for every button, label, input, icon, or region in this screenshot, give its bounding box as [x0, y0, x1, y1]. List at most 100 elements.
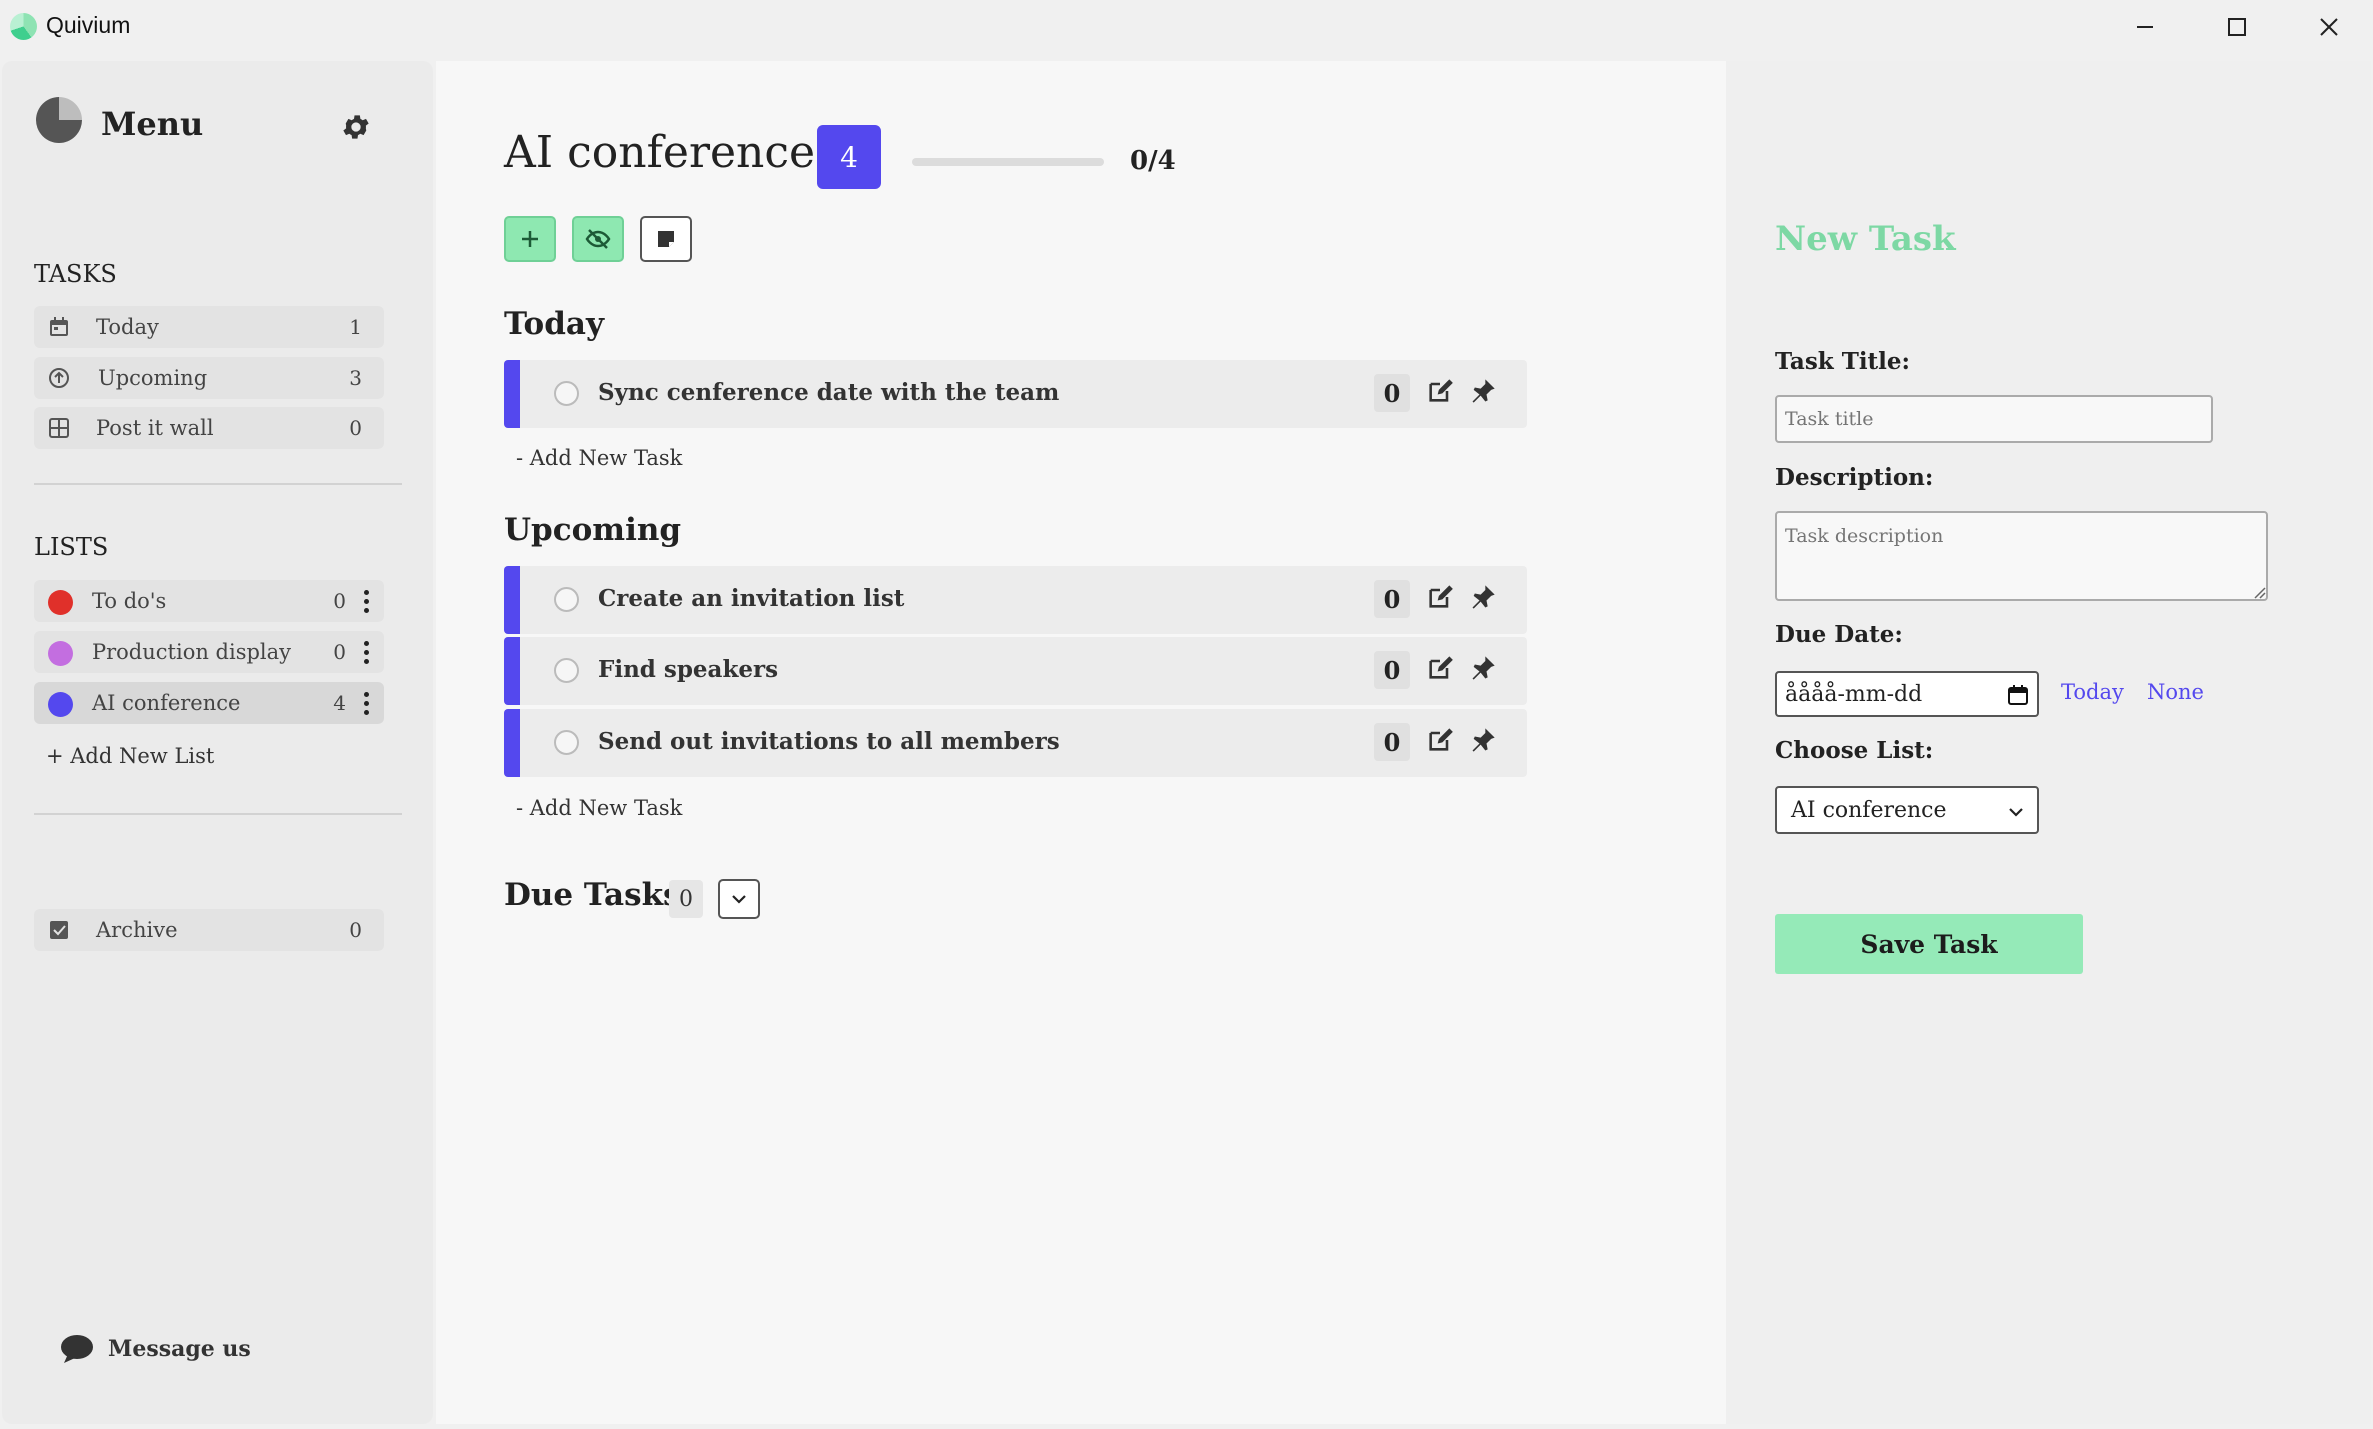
sidebar: Menu TASKS Today 1 Upcoming 3 Post it wa… [2, 61, 433, 1424]
task-checkbox[interactable] [554, 730, 579, 755]
due-date-value: åååå-mm-dd [1785, 681, 1923, 707]
pin-icon[interactable] [1469, 583, 1497, 611]
task-row[interactable]: Find speakers 0 [504, 637, 1527, 705]
due-tasks-toggle-button[interactable] [718, 879, 760, 919]
chevron-down-icon [732, 895, 746, 904]
task-count-badge: 4 [817, 125, 881, 189]
task-title: Find speakers [598, 656, 779, 683]
sidebar-item-label: Today [96, 315, 159, 339]
kebab-menu-icon[interactable] [364, 588, 370, 614]
sidebar-item-label: Archive [96, 918, 178, 942]
task-checkbox[interactable] [554, 381, 579, 406]
task-row[interactable]: Sync cenference date with the team 0 [504, 360, 1527, 428]
sidebar-item-count: 1 [349, 315, 362, 339]
task-title: Create an invitation list [598, 585, 905, 612]
list-color-dot [48, 641, 73, 666]
sidebar-item-post-it-wall[interactable]: Post it wall 0 [34, 407, 384, 449]
sidebar-list-todos[interactable]: To do's 0 [34, 580, 384, 622]
task-row[interactable]: Create an invitation list 0 [504, 566, 1527, 634]
due-tasks-count: 0 [669, 880, 703, 918]
sidebar-item-label: AI conference [92, 691, 241, 715]
sidebar-item-count: 0 [333, 640, 346, 664]
edit-icon[interactable] [1426, 726, 1454, 754]
description-textarea[interactable] [1775, 511, 2268, 601]
add-new-list-button[interactable]: + Add New List [46, 744, 214, 768]
grid-icon [49, 418, 69, 438]
edit-icon[interactable] [1426, 377, 1454, 405]
lists-heading: LISTS [34, 533, 109, 561]
task-subtask-count: 0 [1374, 580, 1410, 618]
add-new-task-button[interactable]: - Add New Task [516, 446, 682, 470]
task-row[interactable]: Send out invitations to all members 0 [504, 709, 1527, 777]
sidebar-item-count: 0 [349, 416, 362, 440]
choose-list-select[interactable]: AI conference [1775, 786, 2039, 834]
sidebar-item-label: To do's [92, 589, 167, 613]
choose-list-label: Choose List: [1775, 737, 1934, 764]
sticky-note-button[interactable] [640, 216, 692, 262]
maximize-button[interactable] [2191, 0, 2283, 54]
kebab-menu-icon[interactable] [364, 639, 370, 665]
due-date-input[interactable]: åååå-mm-dd [1775, 671, 2039, 717]
arrow-up-circle-icon [49, 368, 69, 388]
app-logo-icon [10, 13, 37, 40]
sidebar-item-count: 0 [349, 918, 362, 942]
sidebar-item-count: 0 [333, 589, 346, 613]
window-title: Quivium [46, 12, 131, 38]
chat-bubble-icon [61, 1335, 93, 1363]
maximize-icon [2228, 18, 2246, 36]
task-subtask-count: 0 [1374, 374, 1410, 412]
edit-icon[interactable] [1426, 583, 1454, 611]
sidebar-divider [34, 813, 402, 815]
list-color-dot [48, 692, 73, 717]
message-us-label: Message us [108, 1336, 251, 1362]
due-date-none-link[interactable]: None [2147, 680, 2204, 704]
description-label: Description: [1775, 464, 1934, 491]
edit-icon[interactable] [1426, 654, 1454, 682]
task-checkbox[interactable] [554, 658, 579, 683]
sidebar-item-count: 4 [333, 691, 346, 715]
sidebar-list-ai-conference[interactable]: AI conference 4 [34, 682, 384, 724]
toggle-completed-button[interactable] [572, 216, 624, 262]
sidebar-item-upcoming[interactable]: Upcoming 3 [34, 357, 384, 399]
task-title-input[interactable] [1775, 395, 2213, 443]
menu-title: Menu [101, 105, 204, 143]
calendar-icon [50, 317, 68, 336]
sidebar-item-count: 3 [349, 366, 362, 390]
sidebar-item-label: Upcoming [98, 366, 208, 390]
eye-slash-icon [585, 229, 611, 249]
task-title: Send out invitations to all members [598, 728, 1060, 755]
kebab-menu-icon[interactable] [364, 690, 370, 716]
add-new-task-button[interactable]: - Add New Task [516, 796, 682, 820]
progress-bar [912, 158, 1104, 166]
task-title-label: Task Title: [1775, 348, 1911, 375]
gear-icon[interactable] [340, 111, 372, 143]
add-task-button[interactable] [504, 216, 556, 262]
sidebar-list-production-display[interactable]: Production display 0 [34, 631, 384, 673]
message-us-button[interactable]: Message us [60, 1334, 251, 1364]
pin-icon[interactable] [1469, 726, 1497, 754]
new-task-panel: New Task Task Title: Description: Due Da… [1726, 61, 2371, 1424]
group-title-today: Today [504, 306, 604, 342]
task-checkbox[interactable] [554, 587, 579, 612]
window-titlebar: Quivium [0, 0, 2373, 54]
menu-logo-icon [36, 97, 82, 143]
minimize-button[interactable] [2099, 0, 2191, 54]
pin-icon[interactable] [1469, 377, 1497, 405]
panel-title: New Task [1775, 219, 1956, 259]
task-subtask-count: 0 [1374, 723, 1410, 761]
sidebar-item-today[interactable]: Today 1 [34, 306, 384, 348]
due-date-label: Due Date: [1775, 621, 1903, 648]
close-icon [2320, 18, 2338, 36]
resize-grip-icon[interactable] [2252, 585, 2266, 599]
chevron-down-icon [2009, 808, 2023, 817]
choose-list-selected: AI conference [1791, 797, 1947, 823]
close-button[interactable] [2283, 0, 2373, 54]
sidebar-item-archive[interactable]: Archive 0 [34, 909, 384, 951]
sticky-note-icon [658, 231, 674, 247]
task-subtask-count: 0 [1374, 651, 1410, 689]
due-date-today-link[interactable]: Today [2061, 680, 2124, 704]
task-title: Sync cenference date with the team [598, 379, 1060, 406]
pin-icon[interactable] [1469, 654, 1497, 682]
save-task-button[interactable]: Save Task [1775, 914, 2083, 974]
calendar-icon[interactable] [2007, 684, 2029, 706]
